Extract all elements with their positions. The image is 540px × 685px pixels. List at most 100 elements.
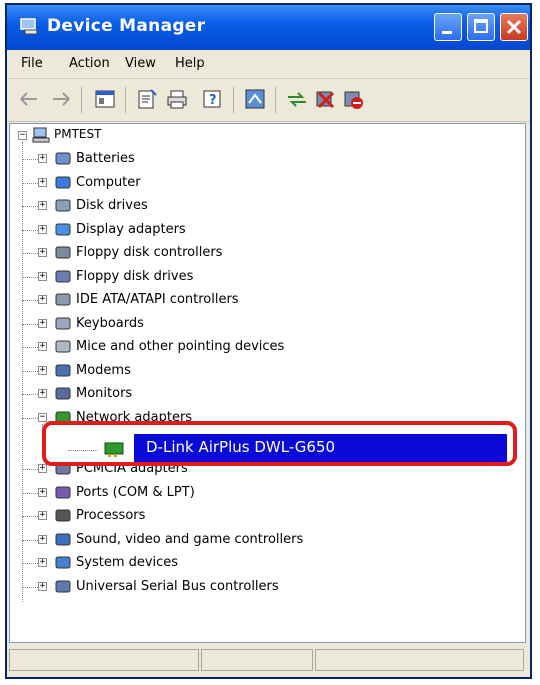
tree-line xyxy=(22,587,38,588)
category-label[interactable]: Disk drives xyxy=(76,198,148,213)
tree-line xyxy=(22,324,38,325)
category-label[interactable]: Sound, video and game controllers xyxy=(76,532,303,547)
tree-line xyxy=(22,159,38,160)
console-icon[interactable] xyxy=(93,87,117,111)
category-label[interactable]: Display adapters xyxy=(76,222,186,237)
category-label[interactable]: Keyboards xyxy=(76,316,144,331)
expand-toggle[interactable]: + xyxy=(38,366,47,375)
computer-icon xyxy=(55,176,71,189)
battery-icon xyxy=(55,152,71,165)
toolbar-separator xyxy=(125,87,126,113)
tree-line xyxy=(22,300,38,301)
toolbar-separator xyxy=(233,87,234,113)
port-icon xyxy=(55,486,71,499)
forward-icon[interactable] xyxy=(49,87,73,111)
tree-line xyxy=(22,371,38,372)
tree-line xyxy=(22,230,38,231)
computer-root-icon xyxy=(32,127,50,143)
close-button[interactable] xyxy=(500,13,528,41)
expand-toggle[interactable]: + xyxy=(38,295,47,304)
tree-line xyxy=(22,563,38,564)
menu-action[interactable]: Action xyxy=(69,56,110,71)
expand-toggle[interactable]: + xyxy=(38,248,47,257)
category-label[interactable]: Floppy disk controllers xyxy=(76,245,222,260)
category-label[interactable]: Ports (COM & LPT) xyxy=(76,485,195,500)
expand-toggle[interactable]: + xyxy=(38,225,47,234)
tree-line xyxy=(22,253,38,254)
status-bar xyxy=(9,645,526,675)
tree-line xyxy=(22,394,38,395)
uninstall-icon[interactable] xyxy=(313,87,337,111)
category-label[interactable]: Computer xyxy=(76,175,141,190)
toolbar-separator xyxy=(275,87,276,113)
monitor-icon xyxy=(55,387,71,400)
expand-toggle[interactable]: + xyxy=(38,582,47,591)
expand-toggle[interactable]: + xyxy=(38,319,47,328)
back-icon[interactable] xyxy=(17,87,41,111)
expand-toggle[interactable]: + xyxy=(38,464,47,473)
tree-line xyxy=(22,540,38,541)
modem-icon xyxy=(55,364,71,377)
expand-toggle[interactable]: + xyxy=(38,178,47,187)
expand-toggle[interactable]: + xyxy=(38,342,47,351)
tree-line xyxy=(22,516,38,517)
category-label[interactable]: IDE ATA/ATAPI controllers xyxy=(76,292,239,307)
category-label[interactable]: Universal Serial Bus controllers xyxy=(76,579,279,594)
properties-icon[interactable] xyxy=(135,87,159,111)
category-label[interactable]: Modems xyxy=(76,363,131,378)
window-title: Device Manager xyxy=(47,16,206,36)
expand-toggle[interactable]: + xyxy=(38,389,47,398)
help-icon[interactable]: ? xyxy=(201,87,225,111)
toolbar-separator xyxy=(81,87,82,113)
minimize-button[interactable] xyxy=(434,13,462,41)
disable-icon[interactable] xyxy=(341,87,365,111)
category-label[interactable]: Floppy disk drives xyxy=(76,269,193,284)
expand-toggle[interactable]: + xyxy=(38,154,47,163)
device-tree: − PMTEST + Batteries + Computer + Disk drives… xyxy=(9,123,526,643)
category-label[interactable]: System devices xyxy=(76,555,178,570)
processor-icon xyxy=(55,509,71,522)
close-icon xyxy=(506,19,522,35)
keyboard-icon xyxy=(55,317,71,330)
tree-line xyxy=(22,142,23,602)
category-label[interactable]: Batteries xyxy=(76,151,135,166)
ide-controller-icon xyxy=(55,293,71,306)
display-adapter-icon xyxy=(55,223,71,236)
system-device-icon xyxy=(55,556,71,569)
menu-help[interactable]: Help xyxy=(175,56,205,71)
expand-toggle[interactable]: + xyxy=(38,535,47,544)
menu-file[interactable]: File xyxy=(21,56,43,71)
category-label[interactable]: Mice and other pointing devices xyxy=(76,339,284,354)
scan-icon[interactable] xyxy=(243,87,267,111)
callout-highlight xyxy=(42,421,517,466)
maximize-icon xyxy=(474,19,488,33)
root-computer-label[interactable]: PMTEST xyxy=(54,127,101,141)
sound-icon xyxy=(55,533,71,546)
category-label[interactable]: Monitors xyxy=(76,386,132,401)
device-manager-icon xyxy=(20,18,38,35)
tree-line xyxy=(22,493,38,494)
expand-toggle[interactable]: + xyxy=(38,272,47,281)
tree-line xyxy=(22,347,38,348)
menu-view[interactable]: View xyxy=(125,56,156,71)
maximize-button[interactable] xyxy=(467,13,495,41)
print-icon[interactable] xyxy=(165,87,189,111)
tree-line xyxy=(22,469,38,470)
menu-bar: File Action View Help xyxy=(7,50,530,79)
expand-toggle[interactable]: + xyxy=(38,201,47,210)
expand-toggle[interactable]: + xyxy=(38,558,47,567)
expand-toggle[interactable]: + xyxy=(38,488,47,497)
minimize-icon xyxy=(442,31,452,34)
status-panel-middle xyxy=(201,649,313,671)
title-bar[interactable]: Device Manager xyxy=(7,5,530,50)
device-manager-window: Device Manager File Action View Help ? −… xyxy=(5,3,532,679)
usb-icon xyxy=(55,580,71,593)
expand-toggle[interactable]: + xyxy=(38,511,47,520)
tree-line xyxy=(22,418,38,419)
category-label[interactable]: Processors xyxy=(76,508,145,523)
update-driver-icon[interactable] xyxy=(285,87,309,111)
root-collapse-toggle[interactable]: − xyxy=(18,131,27,140)
expand-toggle[interactable]: − xyxy=(38,413,47,422)
tree-line xyxy=(22,206,38,207)
status-panel-left xyxy=(9,649,199,671)
